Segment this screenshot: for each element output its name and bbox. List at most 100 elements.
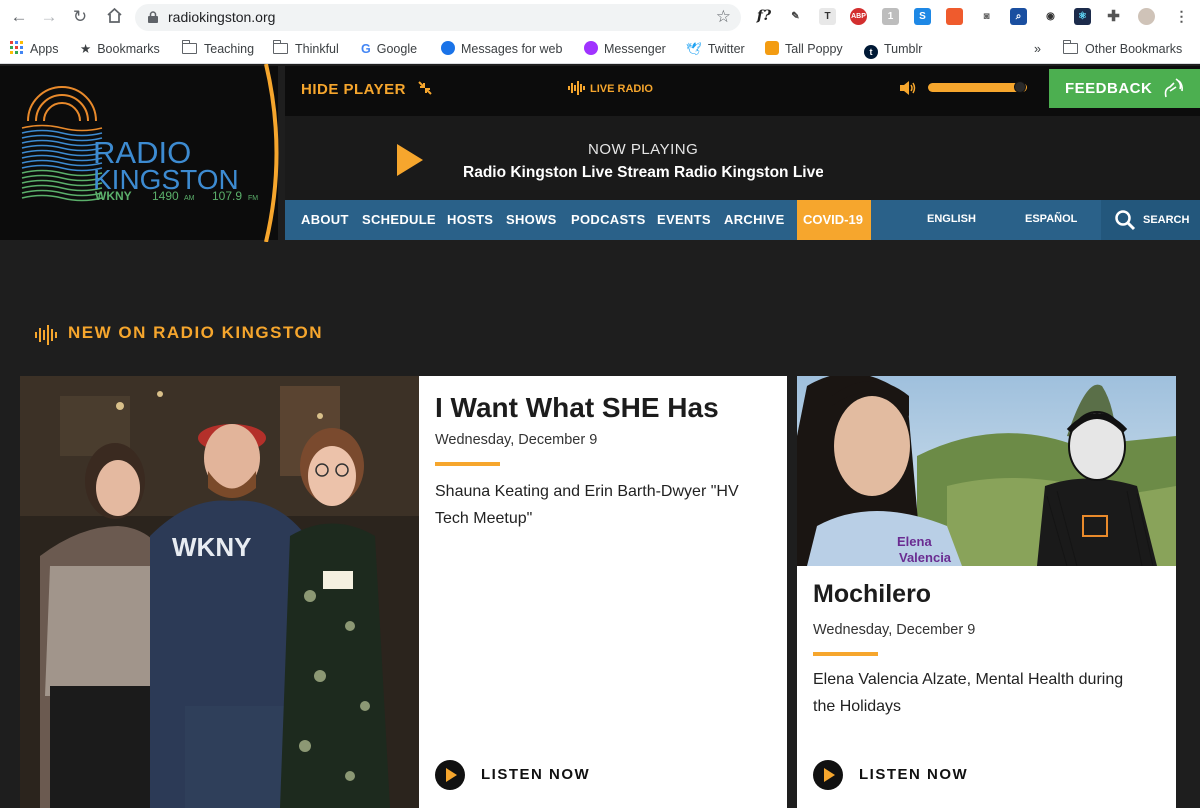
lang-english[interactable]: ENGLISH [927,213,976,225]
google-icon: G [361,42,371,56]
card-1-description: Shauna Keating and Erin Barth-Dwyer "HV … [435,483,739,527]
now-playing-label: NOW PLAYING [588,141,699,158]
home-icon[interactable] [104,7,124,27]
bookmarks-overflow-chevron-icon[interactable]: » [1034,40,1041,58]
eyedropper-extension-icon[interactable]: ✎ [787,8,804,25]
card-2-date: Wednesday, December 9 [813,622,976,638]
bookmark-label: Apps [30,42,59,56]
nav-schedule[interactable]: SCHEDULE [362,212,436,227]
live-radio-label: LIVE RADIO [590,83,653,95]
bookmark-other-bookmarks[interactable]: Other Bookmarks [1062,40,1183,58]
listen-now-label: LISTEN NOW [859,766,969,783]
bookmark-label: Twitter [707,42,745,56]
bookmark-bookmarks[interactable]: ★ Bookmarks [80,40,160,58]
react-extension-icon[interactable]: ⚛ [1074,8,1091,25]
volume-slider[interactable] [928,83,1027,92]
collapse-arrows-icon [417,81,432,95]
nav-podcasts[interactable]: PODCASTS [571,212,646,227]
play-icon[interactable] [395,142,425,178]
mochilero-photo-image: Elena Valencia [797,376,1176,566]
adblock-extension-icon[interactable]: ABP [850,8,867,25]
bookmark-label: Thinkful [295,42,339,56]
bookmark-star-icon[interactable]: ☆ [716,7,731,27]
folder-icon [1062,40,1078,54]
play-circle-icon [435,760,465,790]
search-label: SEARCH [1143,214,1190,226]
card-1-title[interactable]: I Want What SHE Has [435,392,719,424]
radio-kingston-site: RADIO KINGSTON WKNY 1490 AM 107.9 FM HID… [0,64,1200,808]
photo-name-line2: Valencia [899,550,952,565]
puzzle-extensions-icon[interactable]: ✚ [1105,8,1122,25]
search-extension-icon[interactable]: ⌕ [1010,8,1027,25]
eye-extension-icon[interactable]: ◉ [1042,8,1059,25]
bookmark-google[interactable]: G Google [361,40,417,58]
folder-icon [181,40,197,54]
radio-kingston-logo-icon: RADIO KINGSTON WKNY 1490 AM 107.9 FM [21,86,258,203]
photo-name-line1: Elena [897,534,932,549]
feedback-label: FEEDBACK [1065,80,1153,97]
profile-avatar[interactable] [1138,8,1155,25]
feedback-button[interactable]: FEEDBACK [1049,69,1200,108]
forward-arrow-icon[interactable]: → [39,7,59,27]
nav-shows[interactable]: SHOWS [506,212,557,227]
feedback-hand-icon [1164,78,1183,98]
logo-block[interactable]: RADIO KINGSTON WKNY 1490 AM 107.9 FM [0,66,278,240]
twitter-icon: 🕊 [686,42,702,56]
volume-slider-handle[interactable] [1014,81,1027,93]
card-2-listen-now-button[interactable]: LISTEN NOW [813,760,967,795]
card-2-title[interactable]: Mochilero [813,580,931,609]
bookmark-label: Other Bookmarks [1085,42,1183,56]
card-1-photo[interactable]: WKNY [20,376,419,808]
hide-player-label: HIDE PLAYER [301,81,406,98]
nav-archive[interactable]: ARCHIVE [724,212,785,227]
text-extension-icon[interactable]: T [819,8,836,25]
card-2-divider [813,652,878,656]
bookmark-tall-poppy[interactable]: Tall Poppy [765,40,843,58]
messenger-icon [584,41,598,55]
bookmark-thinkful[interactable]: Thinkful [272,40,339,58]
logo-freq2-unit: FM [248,195,258,202]
play-circle-icon [813,760,843,790]
browser-toolbar: ← → ↻ radiokingston.org ☆ f? ✎ T ABP 1 S… [0,0,1200,34]
nav-about[interactable]: ABOUT [301,212,349,227]
bookmark-tumblr[interactable]: t Tumblr [864,40,922,59]
nav-events[interactable]: EVENTS [657,212,711,227]
bookmark-teaching[interactable]: Teaching [181,40,254,58]
bookmark-twitter[interactable]: 🕊 Twitter [686,40,745,58]
soundwave-icon [568,81,585,95]
search-button[interactable]: SEARCH [1101,200,1200,240]
tall-poppy-icon [765,41,779,55]
formula-extension-icon[interactable]: f? [753,8,775,25]
back-arrow-icon[interactable]: ← [9,7,29,27]
card-1-listen-now-button[interactable]: LISTEN NOW [435,760,589,795]
bookmark-label: Messenger [604,42,666,56]
live-radio-button[interactable]: LIVE RADIO [568,81,653,95]
search-icon [1115,210,1136,231]
card-1-divider [435,462,500,466]
card-2-photo[interactable]: Elena Valencia [797,376,1176,566]
menu-kebab-icon[interactable]: ⋮ [1173,8,1190,25]
bookmark-messenger[interactable]: Messenger [584,40,666,58]
player-bar: HIDE PLAYER LIVE RADIO FEEDBACK [285,66,1200,116]
bookmark-apps[interactable]: Apps [10,40,59,58]
camera-extension-icon[interactable]: ◙ [978,8,995,25]
bookmark-label: Tall Poppy [785,42,843,56]
card-2-description: Elena Valencia Alzate, Mental Health dur… [813,671,1124,715]
grey-extension-icon[interactable]: 1 [882,8,899,25]
reload-icon[interactable]: ↻ [70,7,90,27]
main-nav: ABOUT SCHEDULE HOSTS SHOWS PODCASTS EVEN… [285,200,1200,240]
section-title: NEW ON RADIO KINGSTON [68,323,324,342]
tumblr-icon: t [864,45,878,59]
apps-grid-icon [10,41,23,54]
lock-icon [148,11,158,23]
address-bar[interactable]: radiokingston.org ☆ [135,4,741,31]
hide-player-button[interactable]: HIDE PLAYER [301,80,433,98]
nav-covid-19[interactable]: COVID-19 [797,200,871,240]
volume-icon[interactable] [899,80,917,96]
orange-extension-icon[interactable] [946,8,963,25]
bookmark-messages[interactable]: Messages for web [441,40,562,58]
nav-hosts[interactable]: HOSTS [447,212,493,227]
s-extension-icon[interactable]: S [914,8,931,25]
lang-espanol[interactable]: ESPAÑOL [1025,213,1077,225]
bookmark-label: Bookmarks [97,42,160,56]
